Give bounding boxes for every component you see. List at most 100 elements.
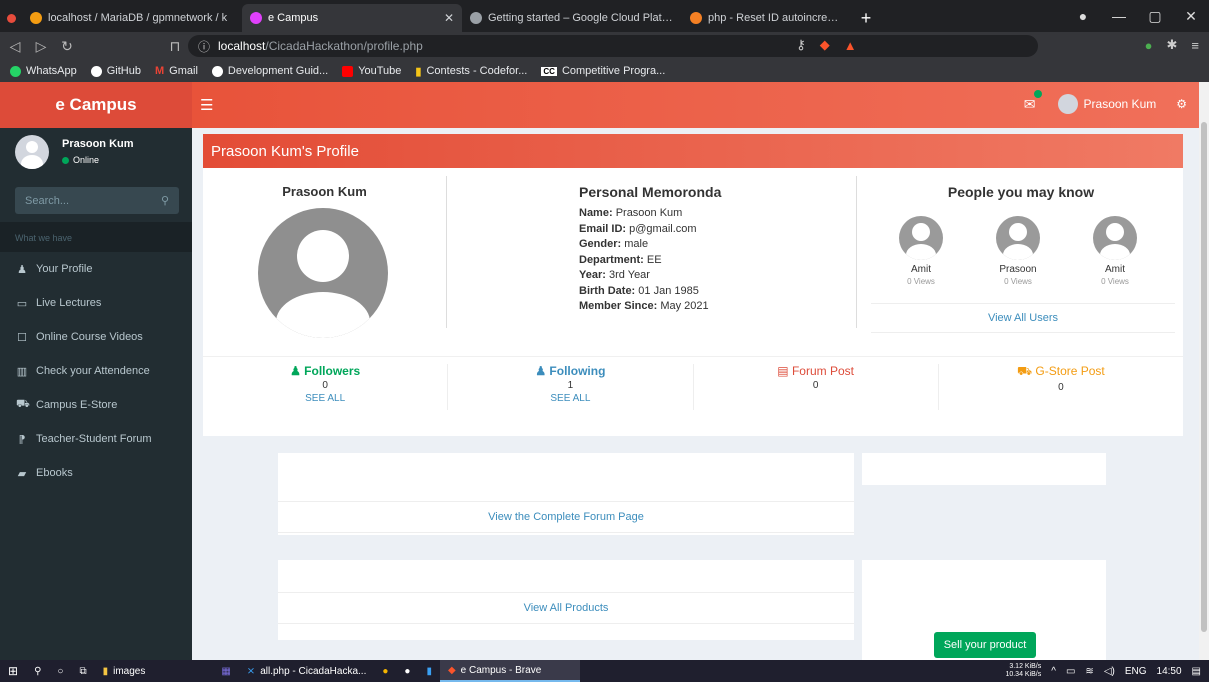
notification-badge <box>1033 89 1042 98</box>
battery-icon[interactable]: ▭ <box>1066 666 1075 677</box>
bookmark-dev-guide[interactable]: Development Guid... <box>211 65 328 77</box>
memo-birth-date: Birth Date: 01 Jan 1985 <box>579 284 699 297</box>
tab-stackoverflow[interactable]: php - Reset ID autoincrement ? phpm <box>682 4 852 32</box>
sidebar-item-forum[interactable]: ⁋ Teacher-Student Forum <box>0 422 192 456</box>
stat-forum-post: ▤ Forum Post 0 <box>694 364 939 410</box>
tab-ecampus[interactable]: e Campus ✕ <box>242 4 462 32</box>
see-all-following-link[interactable]: SEE ALL <box>448 393 692 404</box>
sidebar-item-live-lectures[interactable]: ▭ Live Lectures <box>0 286 192 320</box>
memo-member-since: Member Since: May 2021 <box>579 300 709 312</box>
book-icon: ▰ <box>17 467 27 480</box>
taskbar-item-brave[interactable]: ◆ e Campus - Brave <box>439 660 580 682</box>
view-all-products-link[interactable]: View All Products <box>278 592 854 624</box>
hamburger-menu-icon[interactable]: ☰ <box>200 96 213 114</box>
calculator-icon[interactable]: ▦ <box>213 660 238 682</box>
person-card[interactable]: Amit 0 Views <box>883 216 959 286</box>
extension-icon[interactable]: ● <box>1145 38 1153 53</box>
maximize-icon[interactable]: ▢ <box>1137 8 1173 25</box>
sell-product-button[interactable]: Sell your product <box>934 632 1036 658</box>
user-menu[interactable]: Prasoon Kum <box>1057 94 1156 114</box>
back-icon[interactable]: ◁ <box>8 38 22 55</box>
see-all-followers-link[interactable]: SEE ALL <box>203 393 447 404</box>
memo-department: Department: EE <box>579 253 662 266</box>
search-icon[interactable]: ⚲ <box>161 194 169 207</box>
tab-google-cloud[interactable]: Getting started – Google Cloud Platfor <box>462 4 682 32</box>
extensions-puzzle-icon[interactable]: ✱ <box>1167 37 1178 53</box>
network-speed: 3.12 KiB/s 10.34 KiB/s <box>1005 663 1042 678</box>
sidebar-item-your-profile[interactable]: ♟ Your Profile <box>0 252 192 286</box>
sidebar-menu: ♟ Your Profile ▭ Live Lectures ☐ Online Cou… <box>0 252 192 490</box>
bookmark-github[interactable]: GitHub <box>90 65 141 77</box>
chrome-icon[interactable]: ● <box>374 660 396 682</box>
tab-phpmyadmin[interactable]: localhost / MariaDB / gpmnetwork / k <box>22 4 242 32</box>
cortana-icon[interactable]: ○ <box>49 660 71 682</box>
bookmark-cp[interactable]: CC Competitive Progra... <box>541 65 665 77</box>
chevron-up-icon[interactable]: ^ <box>1051 666 1056 677</box>
wifi-icon[interactable]: ≋ <box>1085 666 1093 677</box>
bookmark-whatsapp[interactable]: WhatsApp <box>10 65 77 77</box>
memo-email: Email ID: p@gmail.com <box>579 222 697 235</box>
scrollbar-thumb[interactable] <box>1201 122 1207 632</box>
notifications-icon[interactable]: ▤ <box>1192 666 1201 677</box>
divider <box>446 176 447 328</box>
close-window-icon[interactable]: ✕ <box>1173 8 1209 25</box>
online-dot-icon <box>62 156 69 164</box>
forum-icon: ⁋ <box>18 433 26 446</box>
bookmark-youtube[interactable]: YouTube <box>342 65 401 77</box>
task-view-icon[interactable]: ⧉ <box>71 660 94 682</box>
bookmarks-bar: WhatsApp GitHub M Gmail Development Guid.… <box>0 60 1209 82</box>
bookmark-codeforces[interactable]: ▮ Contests - Codefor... <box>415 65 527 78</box>
sidebar: Prasoon Kum Online Search... ⚲ What we h… <box>0 128 192 660</box>
settings-gears-icon[interactable]: ⚙ <box>1176 97 1187 111</box>
person-card[interactable]: Prasoon 0 Views <box>980 216 1056 286</box>
file-explorer-icon[interactable]: ▮ <box>418 660 440 682</box>
reload-icon[interactable]: ↻ <box>60 38 74 55</box>
google-cloud-icon <box>470 12 482 24</box>
cart-icon: ⛟ <box>1016 364 1036 378</box>
windows-start-icon[interactable]: ⊞ <box>0 660 26 682</box>
profile-header: Prasoon Kum's Profile <box>203 134 1183 168</box>
view-forum-page-link[interactable]: View the Complete Forum Page <box>278 501 854 533</box>
bookmark-icon[interactable]: ⊓ <box>168 38 182 55</box>
sidebar-item-attendence[interactable]: ▥ Check your Attendence <box>0 354 192 388</box>
cart-icon: ⛟ <box>16 398 30 410</box>
brave-rewards-icon[interactable]: ▲ <box>844 38 857 53</box>
users-icon: ♟ <box>535 364 550 378</box>
cc-icon: CC <box>541 66 557 76</box>
bookmark-gmail[interactable]: M Gmail <box>155 65 198 77</box>
close-tab-icon[interactable]: ✕ <box>444 11 454 25</box>
taskbar-item-images[interactable]: ▮ images <box>95 660 154 682</box>
github-desktop-icon[interactable]: ● <box>396 660 418 682</box>
top-navbar: ☰ ✉ Prasoon Kum ⚙ <box>192 82 1199 128</box>
volume-icon[interactable]: ◁) <box>1104 666 1115 677</box>
sidebar-item-e-store[interactable]: ⛟ Campus E-Store <box>0 388 192 422</box>
sidebar-search-input[interactable]: Search... ⚲ <box>15 187 179 214</box>
sidebar-item-course-videos[interactable]: ☐ Online Course Videos <box>0 320 192 354</box>
minimize-icon[interactable]: — <box>1101 8 1137 24</box>
online-status: Online <box>62 155 99 165</box>
language-indicator[interactable]: ENG <box>1125 666 1147 677</box>
browser-menu-icon[interactable] <box>0 4 22 32</box>
avatar <box>996 216 1040 260</box>
person-card[interactable]: Amit 0 Views <box>1077 216 1153 286</box>
forum-post-icon: ▤ <box>777 364 792 378</box>
github-icon <box>90 65 102 77</box>
brave-icon: ◆ <box>447 664 456 676</box>
taskbar-item-vscode[interactable]: ⨯ all.php - CicadaHacka... <box>239 660 375 682</box>
clock[interactable]: 14:50 <box>1157 666 1182 677</box>
info-icon[interactable]: ⓘ <box>198 38 210 55</box>
messages-icon[interactable]: ✉ <box>1024 89 1042 113</box>
brave-shield-icon[interactable]: ◆ <box>820 37 830 53</box>
view-all-users-link[interactable]: View All Users <box>871 303 1175 333</box>
people-you-may-know: People you may know Amit 0 Views Prasoon 0… <box>867 168 1175 333</box>
key-icon[interactable]: ⚷ <box>796 37 806 53</box>
new-tab-button[interactable]: + <box>852 4 880 32</box>
brand-logo[interactable]: e Campus <box>0 82 192 128</box>
browser-menu-dots-icon[interactable]: ≡ <box>1191 38 1199 53</box>
profile-icon[interactable]: ● <box>1065 8 1101 24</box>
page-scrollbar[interactable] <box>1199 82 1209 660</box>
sidebar-item-ebooks[interactable]: ▰ Ebooks <box>0 456 192 490</box>
forward-icon[interactable]: ▷ <box>34 38 48 55</box>
memo-list: Name: Prasoon Kum Email ID: p@gmail.com … <box>579 206 859 315</box>
search-icon[interactable]: ⚲ <box>26 660 49 682</box>
